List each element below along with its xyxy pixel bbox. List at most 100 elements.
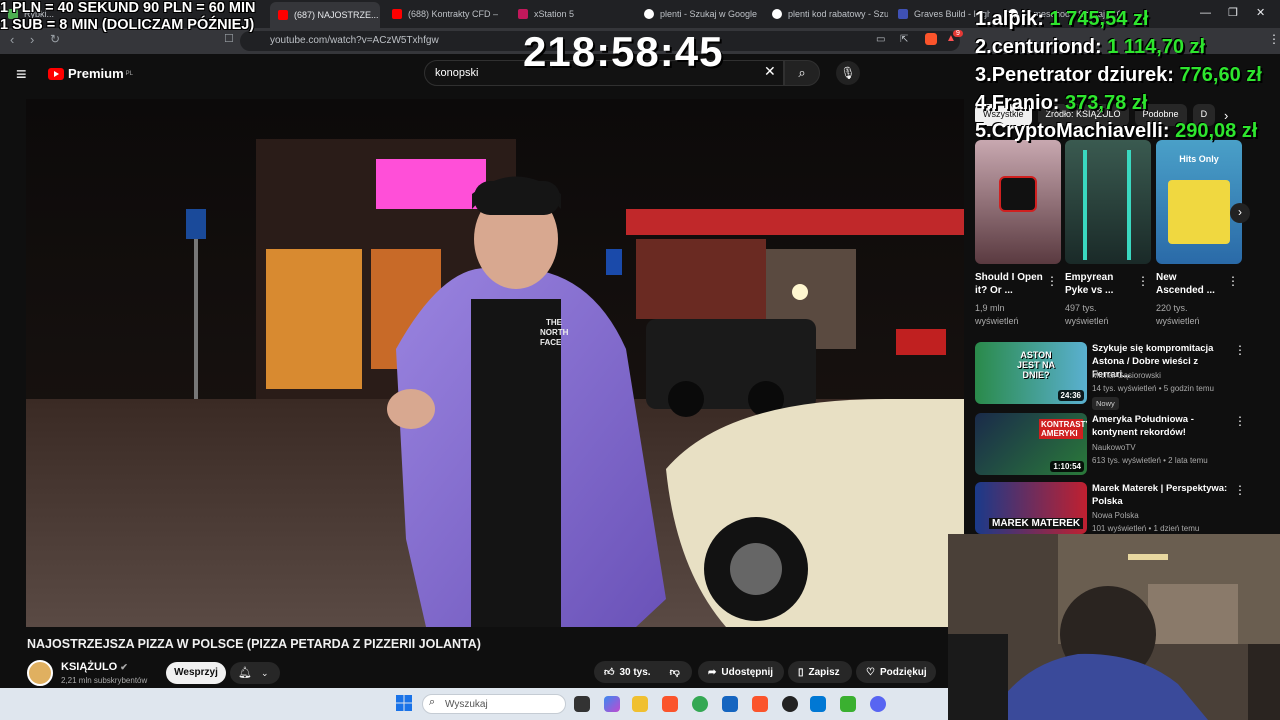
duration-badge: 24:36 — [1057, 390, 1084, 401]
discord-icon[interactable] — [870, 696, 886, 712]
tab-label: (688) Kontrakty CFD – Co t... — [408, 9, 500, 19]
channel-avatar[interactable] — [27, 660, 53, 686]
browser-tab-active[interactable]: (687) NAJOSTRZE... ✕ — [270, 2, 380, 28]
store-icon[interactable] — [722, 696, 738, 712]
reload-icon[interactable]: ↻ — [50, 32, 60, 46]
channel-name-text: KSIĄŻULO — [61, 661, 118, 673]
tab-label: plenti - Szukaj w Google — [660, 9, 758, 19]
chrome-icon[interactable] — [692, 696, 708, 712]
recommended-meta: 14 tys. wyświetleń • 5 godzin temu — [1092, 384, 1214, 393]
recommended-title[interactable]: Ameryka Południowa - kontynent rekordów! — [1092, 413, 1232, 439]
new-badge: Nowy — [1092, 397, 1119, 410]
task-view-icon[interactable] — [574, 696, 590, 712]
thanks-icon: ♡ — [866, 666, 875, 678]
blade-shape — [1083, 150, 1087, 260]
site-favicon-icon — [898, 9, 908, 19]
minimize-window-icon[interactable]: — — [1200, 7, 1211, 19]
save-icon: ▯ — [798, 666, 804, 678]
recommended-channel[interactable]: NaukowoTV — [1092, 443, 1136, 452]
back-icon[interactable]: ‹ — [10, 32, 14, 47]
maximize-window-icon[interactable]: ❐ — [1228, 6, 1238, 19]
video-thumbnail[interactable]: ASTON JEST NA DNIE? 24:36 — [975, 342, 1087, 404]
short-title[interactable]: Empyrean Pyke vs ... — [1065, 271, 1133, 297]
obs-icon[interactable] — [782, 696, 798, 712]
notification-bell-button[interactable]: 🔔︎ ⌄ — [230, 662, 280, 684]
subscriber-count: 2,21 mln subskrybentów — [61, 676, 148, 685]
browser-tab[interactable]: (688) Kontrakty CFD – Co t... — [384, 4, 500, 24]
browser-tab[interactable]: xStation 5 — [510, 4, 630, 24]
thumb-text: MAREK MATEREK — [989, 518, 1084, 529]
more-options-icon[interactable]: ⋮ — [1234, 414, 1246, 428]
short-views: 497 tys. wyświetleń — [1065, 303, 1109, 326]
webcam-feed — [948, 534, 1280, 720]
taskbar-search-input[interactable]: Wyszukaj — [422, 694, 566, 714]
bookmark-icon[interactable]: ☐ — [224, 32, 234, 45]
clear-search-icon[interactable]: ✕ — [764, 63, 776, 80]
extension-badge: 9 — [953, 30, 963, 37]
donor-rank-3: 3.Penetrator dziurek: 776,60 zł — [975, 64, 1262, 86]
cast-icon[interactable]: ▭ — [876, 34, 885, 45]
more-options-icon[interactable]: ⋮ — [1234, 343, 1246, 357]
duration-badge: 1:10:54 — [1050, 461, 1084, 472]
youtube-premium-logo[interactable]: Premium PL — [48, 66, 133, 81]
donation-rules-line-2: 1 SUB = 8 MIN (DOLICZAM PÓŹNIEJ) — [0, 17, 255, 33]
voice-search-button[interactable]: 🎙 — [836, 61, 860, 85]
shorts-next-icon[interactable]: › — [1230, 203, 1250, 223]
video-title: NAJOSTRZEJSZA PIZZA W POLSCE (PIZZA PETA… — [27, 637, 481, 651]
app-icon[interactable] — [810, 696, 826, 712]
copilot-icon[interactable] — [604, 696, 620, 712]
search-icon: ⌕ — [429, 696, 436, 708]
recommended-meta: 613 tys. wyświetleń • 2 lata temu — [1092, 456, 1208, 465]
video-frame-scene: THE NORTH FACE — [26, 99, 964, 627]
menu-hamburger-icon[interactable]: ≡ — [16, 64, 27, 85]
share-icon: ➦ — [708, 666, 717, 678]
video-player[interactable]: THE NORTH FACE — [26, 99, 964, 627]
search-button[interactable]: ⌕ — [784, 60, 820, 86]
forward-icon[interactable]: › — [30, 32, 34, 47]
support-button[interactable]: Wesprzyj — [166, 662, 226, 684]
recommended-title[interactable]: Marek Materek | Perspektywa: Polska — [1092, 482, 1232, 508]
file-explorer-icon[interactable] — [632, 696, 648, 712]
recommended-channel[interactable]: Nowa Polska — [1092, 511, 1139, 520]
svg-text:THE: THE — [546, 318, 563, 327]
youtube-favicon-icon — [392, 9, 402, 19]
more-options-icon[interactable]: ⋮ — [1234, 483, 1246, 497]
short-thumbnail[interactable] — [975, 140, 1061, 264]
app-icon[interactable] — [840, 696, 856, 712]
video-thumbnail[interactable]: KONTRASTY AMERYKI 1:10:54 — [975, 413, 1087, 475]
brave-browser-icon[interactable] — [662, 696, 678, 712]
short-thumbnail[interactable] — [1065, 140, 1151, 264]
windows-start-icon[interactable] — [396, 695, 412, 711]
thanks-button[interactable]: ♡ Podziękuj — [856, 661, 936, 683]
short-views: 1,9 mln wyświetleń — [975, 303, 1019, 326]
browser-tab[interactable]: plenti kod rabatowy - Szuk... — [764, 4, 888, 24]
brave-window-icon[interactable] — [752, 696, 768, 712]
more-options-icon[interactable]: ⋮ — [1137, 274, 1149, 288]
brave-shield-icon[interactable] — [925, 33, 937, 45]
logo-region: PL — [125, 70, 133, 77]
channel-name[interactable]: KSIĄŻULO ✔ — [61, 661, 128, 673]
verified-icon: ✔ — [120, 662, 128, 672]
share-page-icon[interactable]: ⇱ — [900, 34, 908, 45]
short-title[interactable]: New Ascended ... — [1156, 271, 1224, 297]
like-count: 30 tys. — [619, 666, 651, 678]
like-button[interactable]: 👍︎ 30 tys. 👎︎ — [594, 661, 692, 683]
more-options-icon[interactable]: ⋮ — [1227, 274, 1239, 288]
save-button[interactable]: ▯ Zapisz — [788, 661, 852, 683]
browser-menu-icon[interactable]: ⋮ — [1268, 32, 1280, 46]
recommended-channel[interactable]: Michał Gąsiorowski — [1092, 371, 1161, 380]
google-favicon-icon — [772, 9, 782, 19]
more-options-icon[interactable]: ⋮ — [1046, 274, 1058, 288]
close-window-icon[interactable]: ✕ — [1256, 6, 1265, 19]
short-thumbnail[interactable]: Hits Only — [1156, 140, 1242, 264]
search-icon: ⌕ — [798, 65, 806, 80]
save-label: Zapisz — [808, 666, 840, 678]
video-thumbnail[interactable]: MAREK MATEREK — [975, 482, 1087, 534]
svg-text:NORTH: NORTH — [540, 328, 569, 337]
short-title[interactable]: Should I Open it? Or ... — [975, 271, 1043, 297]
short-views: 220 tys. wyświetleń — [1156, 303, 1200, 326]
thumbs-down-icon[interactable]: 👎︎ — [670, 666, 680, 678]
browser-tab[interactable]: plenti - Szukaj w Google — [636, 4, 760, 24]
donation-rules-line-1: 1 PLN = 40 SEKUND 90 PLN = 60 MIN — [0, 0, 256, 16]
share-button[interactable]: ➦ Udostępnij — [698, 661, 784, 683]
